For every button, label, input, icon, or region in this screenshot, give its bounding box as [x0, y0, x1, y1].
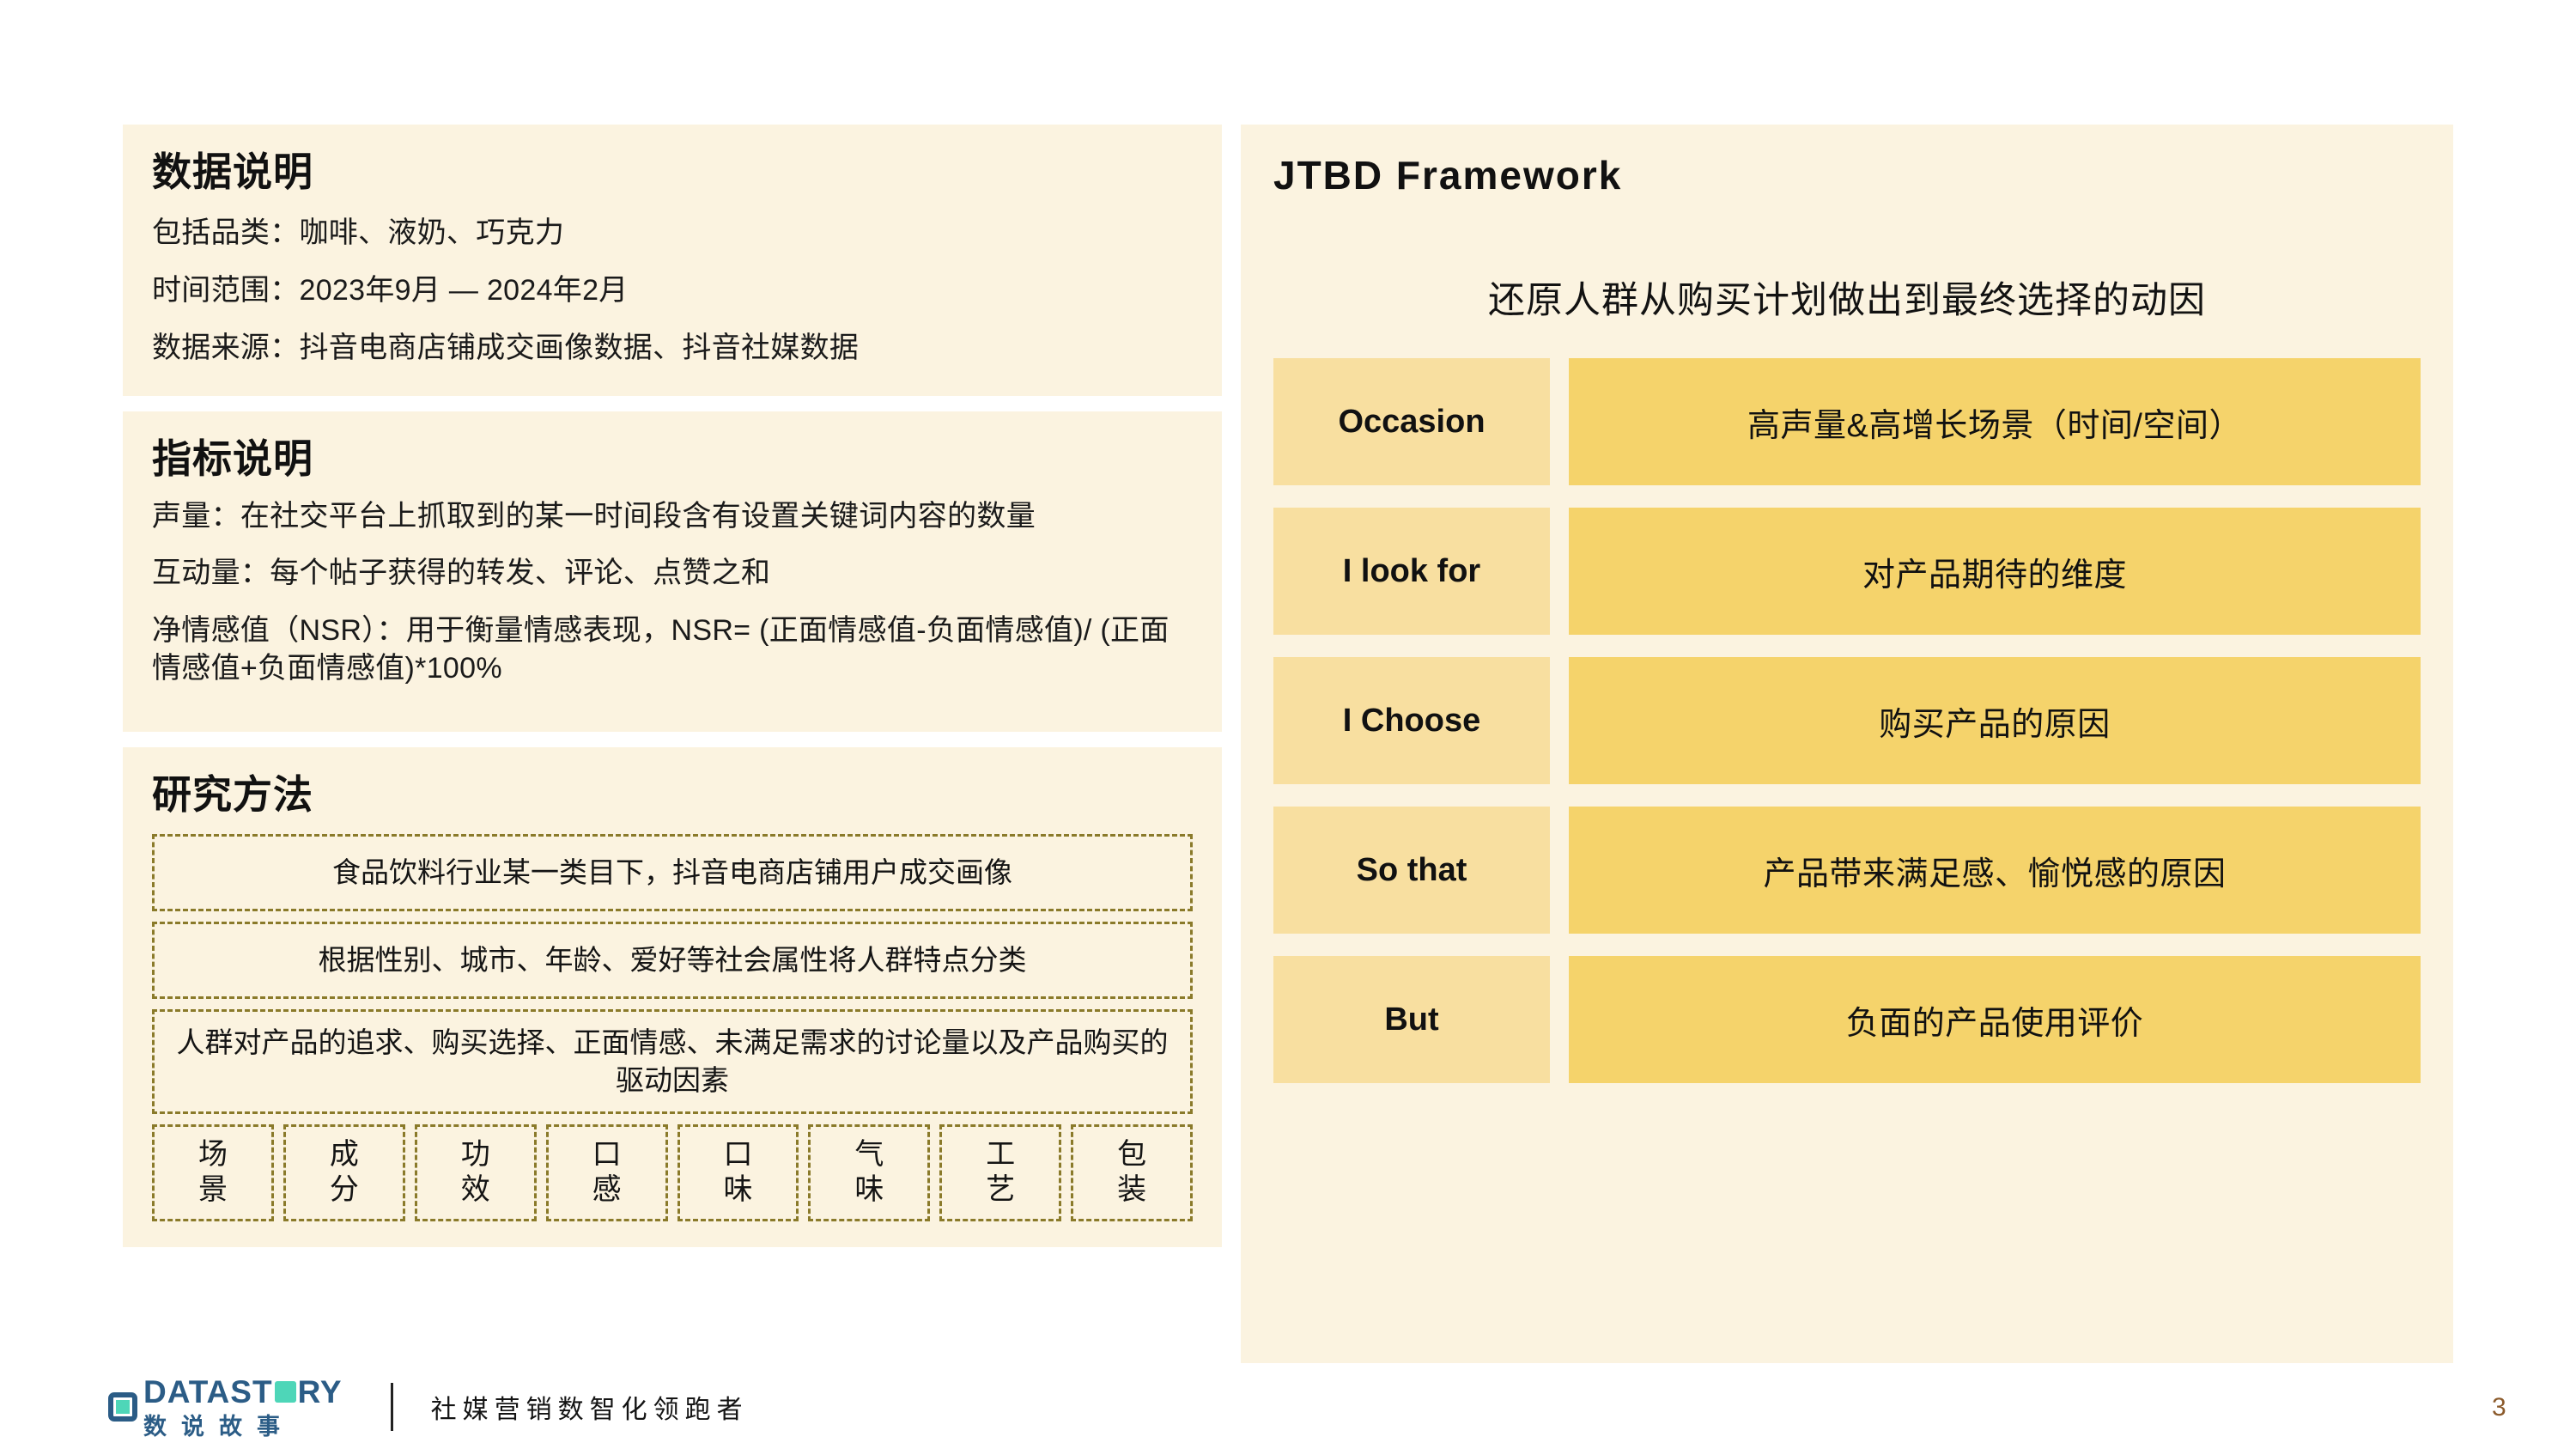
- jtbd-key-but: But: [1273, 956, 1550, 1083]
- tag-smell: 气 味: [808, 1124, 931, 1221]
- jtbd-row-spacer: [1550, 358, 1569, 485]
- jtbd-value-i-choose: 购买产品的原因: [1569, 657, 2421, 784]
- data-description-panel: 数据说明 包括品类：咖啡、液奶、巧克力 时间范围：2023年9月 — 2024年…: [123, 125, 1222, 396]
- research-method-panel: 研究方法 食品饮料行业某一类目下，抖音电商店铺用户成交画像 根据性别、城市、年龄…: [123, 746, 1222, 1247]
- jtbd-value-so-that: 产品带来满足感、愉悦感的原因: [1569, 807, 2421, 934]
- metric-line-nsr: 净情感值（NSR）：用于衡量情感表现，NSR= (正面情感值-负面情感值)/ (…: [152, 613, 1170, 685]
- tag-scene: 场 景: [152, 1124, 274, 1221]
- jtbd-row-spacer: [1550, 508, 1569, 635]
- tag-taste-top: 口: [723, 1138, 753, 1172]
- logo-o-square-icon: [274, 1380, 296, 1403]
- tag-packaging-top: 包: [1117, 1138, 1147, 1172]
- jtbd-row-i-look-for: I look for 对产品期待的维度: [1273, 508, 2421, 635]
- jtbd-row-so-that: So that 产品带来满足感、愉悦感的原因: [1273, 807, 2421, 934]
- jtbd-row-occasion: Occasion 高声量&高增长场景（时间/空间）: [1273, 358, 2421, 485]
- jtbd-row-i-choose: I Choose 购买产品的原因: [1273, 657, 2421, 784]
- slide-canvas: 数据说明 包括品类：咖啡、液奶、巧克力 时间范围：2023年9月 — 2024年…: [0, 0, 2576, 1449]
- tag-packaging-bottom: 装: [1117, 1172, 1147, 1206]
- jtbd-key-i-look-for: I look for: [1273, 508, 1550, 635]
- jtbd-row-spacer: [1550, 956, 1569, 1083]
- research-step-2: 根据性别、城市、年龄、爱好等社会属性将人群特点分类: [152, 921, 1193, 999]
- jtbd-key-so-that: So that: [1273, 807, 1550, 934]
- metric-line-voice-volume: 声量：在社交平台上抓取到的某一时间段含有设置关键词内容的数量: [152, 500, 1036, 533]
- research-method-title: 研究方法: [152, 771, 313, 817]
- tag-taste-bottom: 味: [723, 1172, 753, 1206]
- left-column: 数据说明 包括品类：咖啡、液奶、巧克力 时间范围：2023年9月 — 2024年…: [123, 125, 1222, 1247]
- footer-tagline: 社媒营销数智化领跑者: [430, 1396, 749, 1424]
- data-description-line-timerange: 时间范围：2023年9月 — 2024年2月: [152, 273, 629, 307]
- data-description-title: 数据说明: [152, 149, 313, 194]
- data-description-line-source: 数据来源：抖音电商店铺成交画像数据、抖音社媒数据: [152, 331, 860, 364]
- jtbd-row-spacer: [1550, 807, 1569, 934]
- jtbd-row-but: But 负面的产品使用评价: [1273, 956, 2421, 1083]
- jtbd-framework-panel: JTBD Framework 还原人群从购买计划做出到最终选择的动因 Occas…: [1241, 125, 2453, 1363]
- tag-craft-bottom: 艺: [986, 1172, 1016, 1206]
- jtbd-value-but: 负面的产品使用评价: [1569, 956, 2421, 1083]
- research-step-1: 食品饮料行业某一类目下，抖音电商店铺用户成交画像: [152, 833, 1193, 911]
- tag-smell-bottom: 味: [854, 1172, 884, 1206]
- footer-divider: [390, 1383, 393, 1431]
- research-tag-row: 场 景 成 分 功 效 口 感 口 味 气 味 工 艺 包 装: [152, 1124, 1193, 1221]
- tag-efficacy: 功 效: [414, 1124, 537, 1221]
- tag-efficacy-bottom: 效: [460, 1172, 490, 1206]
- tag-craft: 工 艺: [939, 1124, 1062, 1221]
- tag-ingredient-top: 成: [329, 1138, 359, 1172]
- jtbd-framework-title: JTBD Framework: [1273, 153, 1623, 198]
- tag-mouthfeel: 口 感: [545, 1124, 668, 1221]
- tag-scene-bottom: 景: [197, 1172, 228, 1206]
- tag-craft-top: 工: [986, 1138, 1016, 1172]
- metric-description-title: 指标说明: [152, 435, 313, 481]
- logo-english-part2: RY: [297, 1373, 343, 1409]
- metric-description-panel: 指标说明 声量：在社交平台上抓取到的某一时间段含有设置关键词内容的数量 互动量：…: [123, 411, 1222, 732]
- datastory-logo-text: DATAST RY 数说故事: [143, 1376, 343, 1439]
- research-step-3: 人群对产品的追求、购买选择、正面情感、未满足需求的讨论量以及产品购买的驱动因素: [152, 1008, 1193, 1115]
- tag-taste: 口 味: [677, 1124, 799, 1221]
- page-number: 3: [2492, 1393, 2506, 1422]
- logo-english-part1: DATAST: [143, 1373, 273, 1409]
- tag-mouthfeel-top: 口: [592, 1138, 622, 1172]
- jtbd-framework-subtitle: 还原人群从购买计划做出到最终选择的动因: [1488, 280, 2206, 321]
- jtbd-key-occasion: Occasion: [1273, 358, 1550, 485]
- metric-line-interaction: 互动量：每个帖子获得的转发、评论、点赞之和: [152, 557, 771, 590]
- jtbd-key-i-choose: I Choose: [1273, 657, 1550, 784]
- tag-scene-top: 场: [197, 1138, 228, 1172]
- logo-english-name: DATAST RY: [143, 1376, 343, 1408]
- tag-efficacy-top: 功: [460, 1138, 490, 1172]
- jtbd-value-occasion: 高声量&高增长场景（时间/空间）: [1569, 358, 2421, 485]
- jtbd-rows: Occasion 高声量&高增长场景（时间/空间） I look for 对产品…: [1273, 358, 2421, 1083]
- tag-ingredient-bottom: 分: [329, 1172, 359, 1206]
- footer: DATAST RY 数说故事 社媒营销数智化领跑者: [108, 1376, 749, 1438]
- tag-smell-top: 气: [854, 1138, 884, 1172]
- jtbd-row-spacer: [1550, 657, 1569, 784]
- tag-mouthfeel-bottom: 感: [592, 1172, 622, 1206]
- jtbd-value-i-look-for: 对产品期待的维度: [1569, 508, 2421, 635]
- data-description-line-categories: 包括品类：咖啡、液奶、巧克力: [152, 216, 565, 249]
- tag-ingredient: 成 分: [283, 1124, 405, 1221]
- datastory-logo: DATAST RY 数说故事: [108, 1376, 343, 1439]
- datastory-logo-icon: [108, 1392, 137, 1422]
- tag-packaging: 包 装: [1071, 1124, 1193, 1221]
- logo-chinese-name: 数说故事: [143, 1413, 295, 1440]
